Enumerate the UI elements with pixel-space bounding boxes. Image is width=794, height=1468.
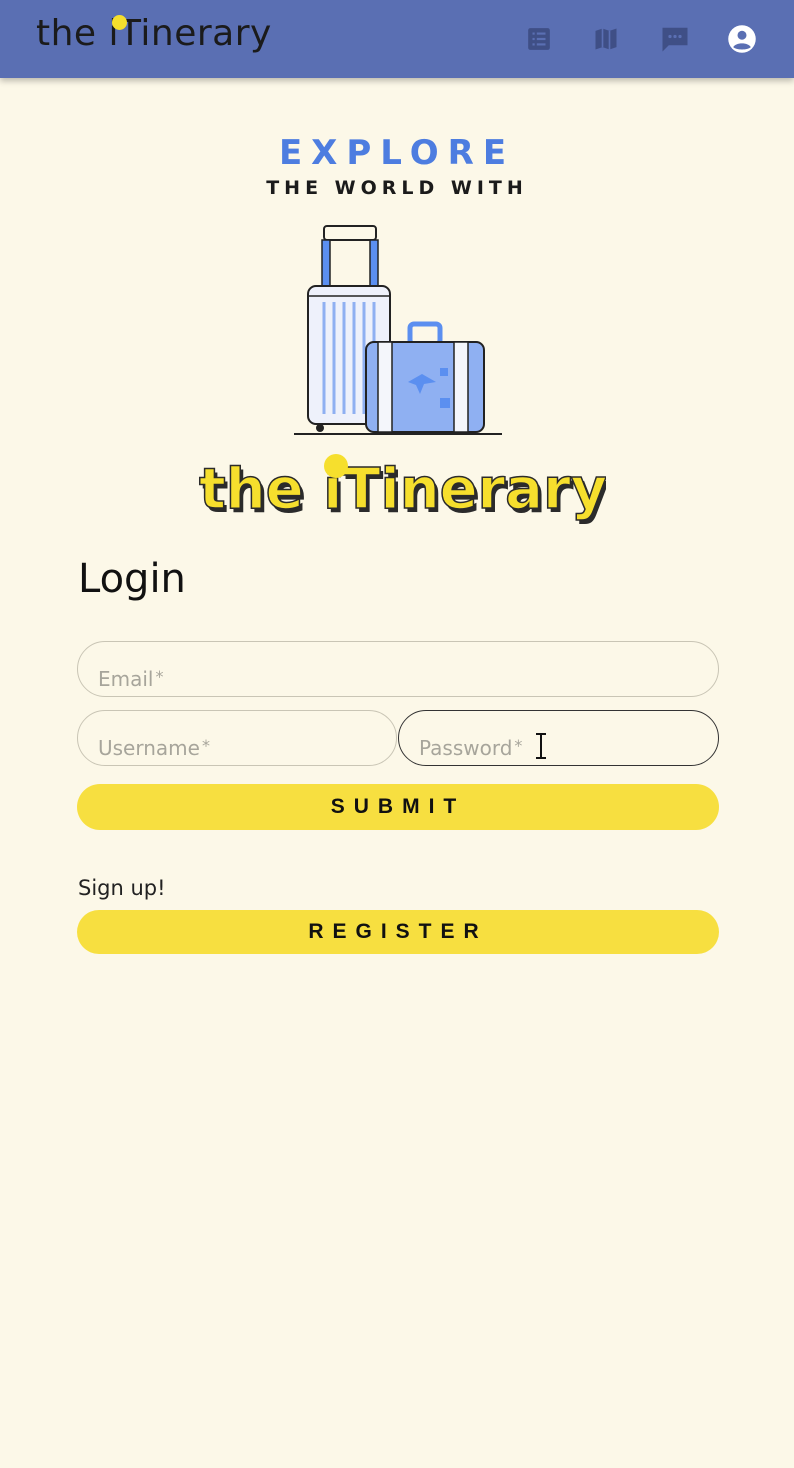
logo-pin-icon [324,454,348,478]
account-icon[interactable] [727,24,757,54]
email-field[interactable]: Email * [77,641,719,697]
password-field[interactable]: Password * [398,710,719,766]
itinerary-logo: the iTinerary the iTinerary [198,454,606,526]
username-label: Username * [98,736,210,760]
app-bar: the iTinerary [0,0,794,78]
brand-logo[interactable]: the iTinerary [36,13,272,54]
map-icon[interactable] [591,24,621,54]
submit-button[interactable]: SUBMIT [77,784,719,830]
login-title: Login [78,556,186,602]
hero-subheading: THE WORLD WITH [266,177,528,199]
luggage-illustration [294,225,502,435]
username-field[interactable]: Username * [77,710,397,766]
pin-dot-icon [112,15,127,30]
brand-text: the iTinerary [36,13,272,54]
signup-text: Sign up! [78,876,166,900]
register-button[interactable]: REGISTER [77,910,719,954]
password-label: Password * [419,736,523,760]
hero-explore-heading: EXPLORE [278,133,516,173]
list-icon[interactable] [524,24,554,54]
logo-text: the iTinerary [199,457,606,522]
chat-icon[interactable] [660,24,690,54]
text-cursor-icon [536,733,546,759]
email-label: Email * [98,667,164,691]
